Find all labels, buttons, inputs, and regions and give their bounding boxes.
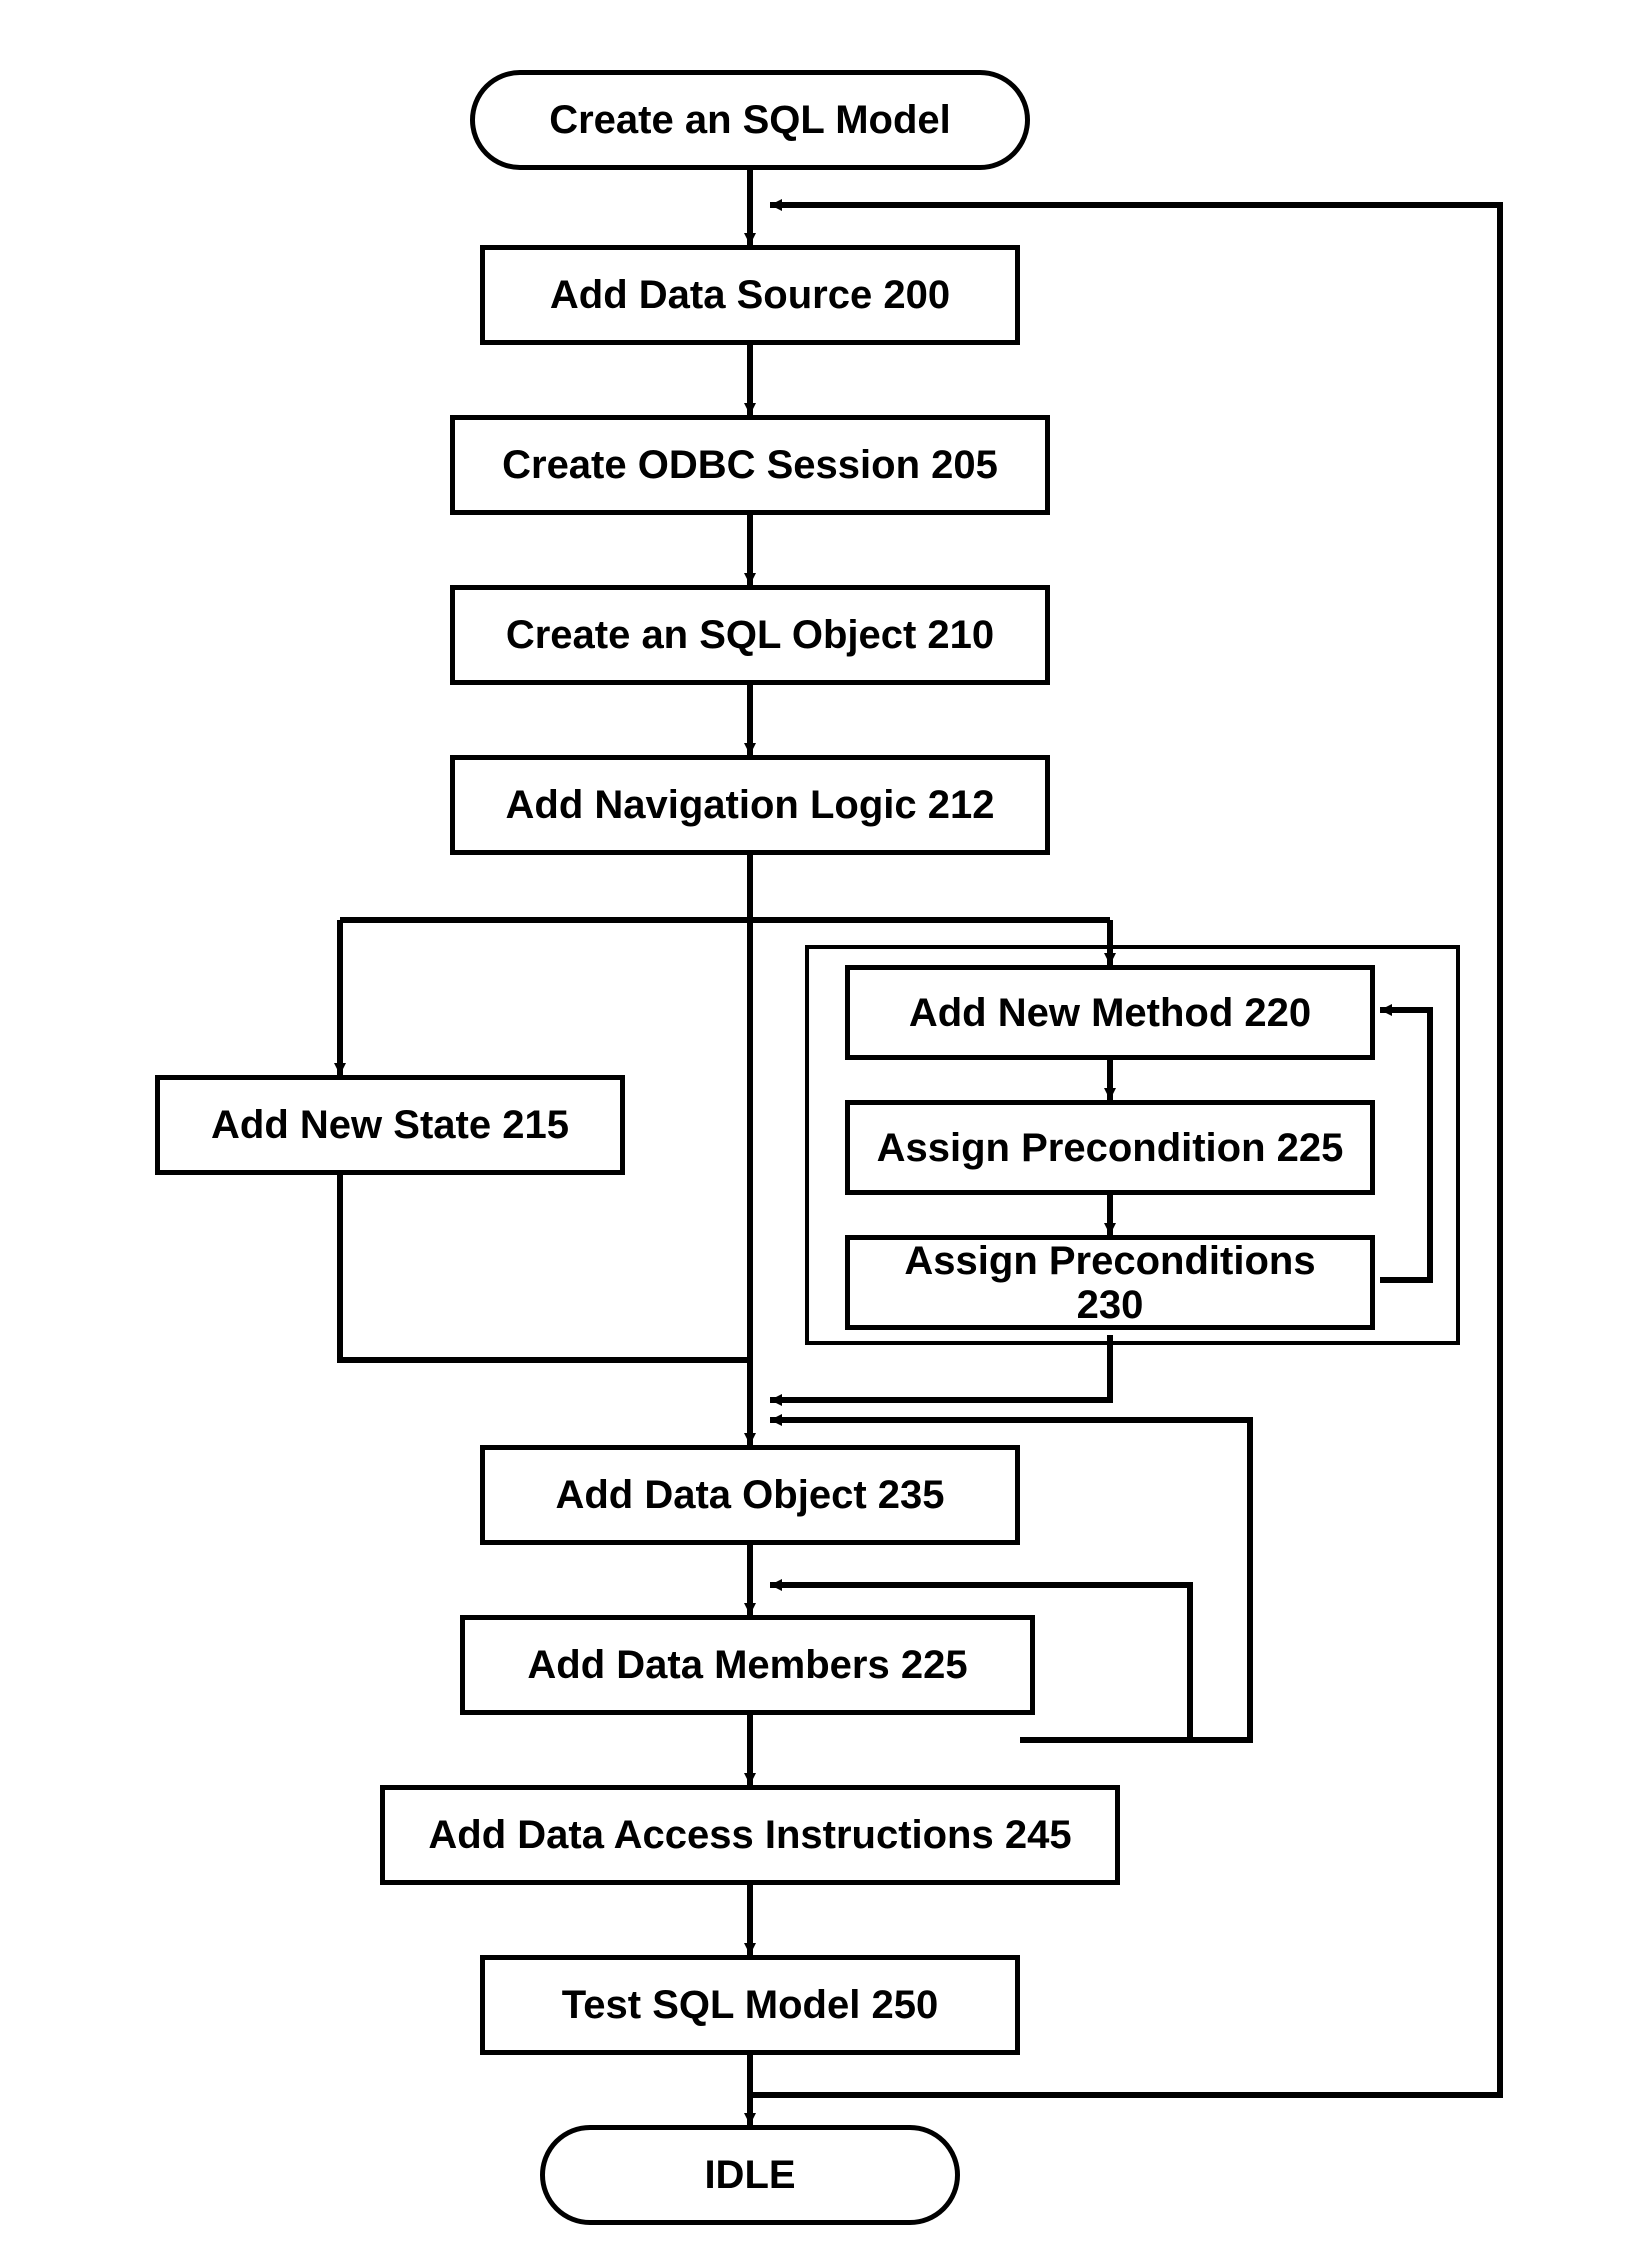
step-label: Add New Method 220 [909,991,1311,1035]
step-add-data-object-235: Add Data Object 235 [480,1445,1020,1545]
flowchart-stage: Create an SQL Model Add Data Source 200 … [0,0,1632,2254]
step-add-data-source-200: Add Data Source 200 [480,245,1020,345]
step-label: Add Navigation Logic 212 [506,783,995,827]
step-assign-precondition-225: Assign Precondition 225 [845,1100,1375,1195]
step-assign-preconditions-230: Assign Preconditions 230 [845,1235,1375,1330]
terminal-idle: IDLE [540,2125,960,2225]
step-add-navigation-logic-212: Add Navigation Logic 212 [450,755,1050,855]
step-add-data-members-225: Add Data Members 225 [460,1615,1035,1715]
step-create-odbc-session-205: Create ODBC Session 205 [450,415,1050,515]
step-label: Assign Preconditions 230 [866,1239,1354,1327]
terminal-idle-label: IDLE [704,2153,795,2197]
terminal-start: Create an SQL Model [470,70,1030,170]
step-add-new-state-215: Add New State 215 [155,1075,625,1175]
step-label: Add New State 215 [211,1103,569,1147]
step-label: Assign Precondition 225 [877,1126,1344,1170]
step-label: Add Data Source 200 [550,273,950,317]
step-test-sql-model-250: Test SQL Model 250 [480,1955,1020,2055]
step-label: Add Data Access Instructions 245 [428,1813,1071,1857]
terminal-start-label: Create an SQL Model [549,98,951,142]
step-label: Add Data Object 235 [555,1473,944,1517]
step-create-sql-object-210: Create an SQL Object 210 [450,585,1050,685]
step-label: Create an SQL Object 210 [506,613,994,657]
step-add-data-access-instructions-245: Add Data Access Instructions 245 [380,1785,1120,1885]
step-add-new-method-220: Add New Method 220 [845,965,1375,1060]
step-label: Add Data Members 225 [527,1643,967,1687]
step-label: Create ODBC Session 205 [502,443,998,487]
step-label: Test SQL Model 250 [562,1983,938,2027]
